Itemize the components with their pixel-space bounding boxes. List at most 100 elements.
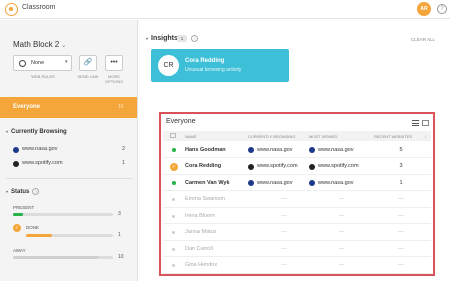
status-dot-icon	[172, 181, 176, 185]
student-name: Irena Bloom	[185, 212, 215, 219]
divider	[6, 178, 132, 179]
student-row[interactable]: Carmen Van Wyk www.nasa.gov www.nasa.gov 1	[163, 175, 431, 191]
spotify-icon	[309, 163, 315, 170]
insight-description: Unusual browsing activity	[185, 67, 242, 73]
column-recent-websites[interactable]: RECENT WEBSITES	[374, 134, 412, 139]
column-name[interactable]: NAME	[185, 134, 197, 139]
most-viewed-empty: —	[339, 262, 345, 268]
currently-browsing-header[interactable]: ▾ Currently Browsing	[6, 129, 67, 135]
recent-websites-count[interactable]: 1	[397, 180, 405, 186]
student-row[interactable]: ✓ Cora Redding www.spotify.com www.spotify.…	[163, 159, 431, 175]
list-view-icon[interactable]	[412, 120, 419, 126]
help-icon[interactable]: ?	[32, 188, 40, 195]
insights-count-badge: 1	[177, 35, 187, 42]
spotify-icon	[248, 163, 254, 170]
most-viewed-site[interactable]: www.spotify.com	[318, 163, 359, 169]
browsing-site: www.spotify.com	[22, 160, 63, 166]
status-dot-icon	[172, 198, 175, 201]
student-name: Carmen Van Wyk	[185, 179, 230, 186]
most-viewed-empty: —	[339, 229, 345, 235]
student-row[interactable]: Dan Carroll — — —	[163, 241, 431, 257]
browsing-item[interactable]: www.nasa.gov 2	[13, 145, 125, 155]
student-avatar: CR	[158, 55, 179, 76]
status-dot-icon	[172, 247, 175, 251]
nasa-icon	[309, 180, 315, 186]
help-icon[interactable]: ?	[191, 35, 198, 42]
done-check-icon: ✓	[13, 224, 21, 232]
most-viewed-site[interactable]: www.nasa.gov	[318, 180, 353, 186]
column-currently-browsing[interactable]: CURRENTLY BROWSING	[248, 134, 295, 139]
status-header[interactable]: ▾ Status?	[6, 188, 40, 195]
insight-card[interactable]: CR Cora Redding Unusual browsing activit…	[151, 49, 289, 82]
browsing-item[interactable]: www.spotify.com 1	[13, 159, 125, 169]
web-rules-dropdown[interactable]: None ▾	[13, 55, 72, 71]
away-count: 10	[118, 254, 124, 260]
web-rules-caption: WEB RULES	[31, 74, 55, 79]
class-selector[interactable]: Math Block 2 ⌄	[13, 40, 66, 49]
status-dot-icon	[172, 264, 175, 267]
grid-view-icon[interactable]	[422, 120, 429, 126]
everyone-group[interactable]: Everyone 10	[0, 97, 137, 118]
away-bar-fill	[13, 256, 98, 259]
student-row[interactable]: Janna Matus — — —	[163, 225, 431, 241]
student-name: Emma Swanson	[185, 196, 226, 202]
app-title: Classroom	[22, 4, 56, 11]
insights-header[interactable]: ▾ Insights	[146, 35, 178, 42]
present-bar	[13, 213, 113, 216]
present-count: 3	[118, 211, 121, 217]
web-rules-value: None	[31, 60, 45, 66]
current-site-empty: —	[281, 196, 287, 202]
sidebar: Math Block 2 ⌄ None ▾ WEB RULES 🔗 SEND LI…	[0, 20, 138, 281]
nasa-icon	[13, 147, 19, 153]
chevron-down-icon: ⌄	[61, 43, 67, 49]
recent-websites-count[interactable]: 3	[397, 163, 405, 169]
most-viewed-site[interactable]: www.nasa.gov	[318, 147, 353, 153]
caret-down-icon: ▾	[6, 189, 9, 194]
browsing-count: 1	[121, 160, 125, 166]
current-site-empty: —	[281, 212, 287, 219]
student-row[interactable]: Irena Bloom — — —	[163, 208, 431, 224]
classroom-logo-icon	[5, 3, 18, 16]
current-site[interactable]: www.nasa.gov	[257, 147, 292, 153]
clear-all-button[interactable]: CLEAR ALL	[411, 37, 435, 42]
student-row[interactable]: Emma Swanson — — —	[163, 192, 431, 208]
insight-student-name: Cora Redding	[185, 58, 225, 64]
table-header: NAME CURRENTLY BROWSING MOST VIEWED RECE…	[163, 131, 431, 141]
most-viewed-empty: —	[339, 196, 345, 202]
user-avatar[interactable]: AR	[417, 2, 431, 16]
send-link-button[interactable]: 🔗	[79, 55, 97, 71]
current-site[interactable]: www.spotify.com	[257, 163, 298, 169]
current-site-empty: —	[281, 229, 287, 235]
caret-down-icon: ▾	[6, 129, 9, 134]
student-row[interactable]: Hans Goodman www.nasa.gov www.nasa.gov 5	[163, 142, 431, 158]
done-check-icon: ✓	[170, 162, 178, 171]
done-count: 1	[118, 232, 121, 238]
away-bar	[13, 256, 113, 259]
most-viewed-empty: —	[339, 212, 345, 219]
away-label: AWAY	[13, 248, 26, 253]
recent-websites-empty: —	[398, 196, 404, 202]
recent-websites-empty: —	[398, 262, 404, 268]
select-all-icon[interactable]	[170, 133, 176, 138]
help-icon[interactable]: ?	[437, 4, 447, 14]
current-site-empty: —	[281, 262, 287, 268]
everyone-count: 10	[118, 104, 124, 110]
current-site-empty: —	[281, 245, 287, 252]
column-most-viewed[interactable]: MOST VIEWED	[309, 134, 337, 139]
more-dots-icon: •••	[110, 59, 118, 66]
more-options-button[interactable]: •••	[105, 55, 123, 71]
student-name: Janna Matus	[185, 229, 217, 235]
nasa-icon	[309, 147, 315, 153]
insights-heading: Insights	[151, 35, 178, 42]
student-row[interactable]: Gina Hendrix — — —	[163, 258, 431, 274]
current-site[interactable]: www.nasa.gov	[257, 180, 292, 186]
sort-arrow-icon[interactable]: ↓	[424, 134, 426, 139]
recent-websites-count[interactable]: 5	[397, 147, 405, 153]
nasa-icon	[248, 147, 254, 153]
student-name: Cora Redding	[185, 163, 222, 169]
recent-websites-empty: —	[398, 245, 404, 252]
caret-down-icon: ▾	[65, 59, 68, 65]
currently-browsing-heading: Currently Browsing	[11, 129, 67, 135]
more-options-caption: MORE OPTIONS	[104, 74, 123, 84]
recent-websites-empty: —	[398, 229, 404, 235]
